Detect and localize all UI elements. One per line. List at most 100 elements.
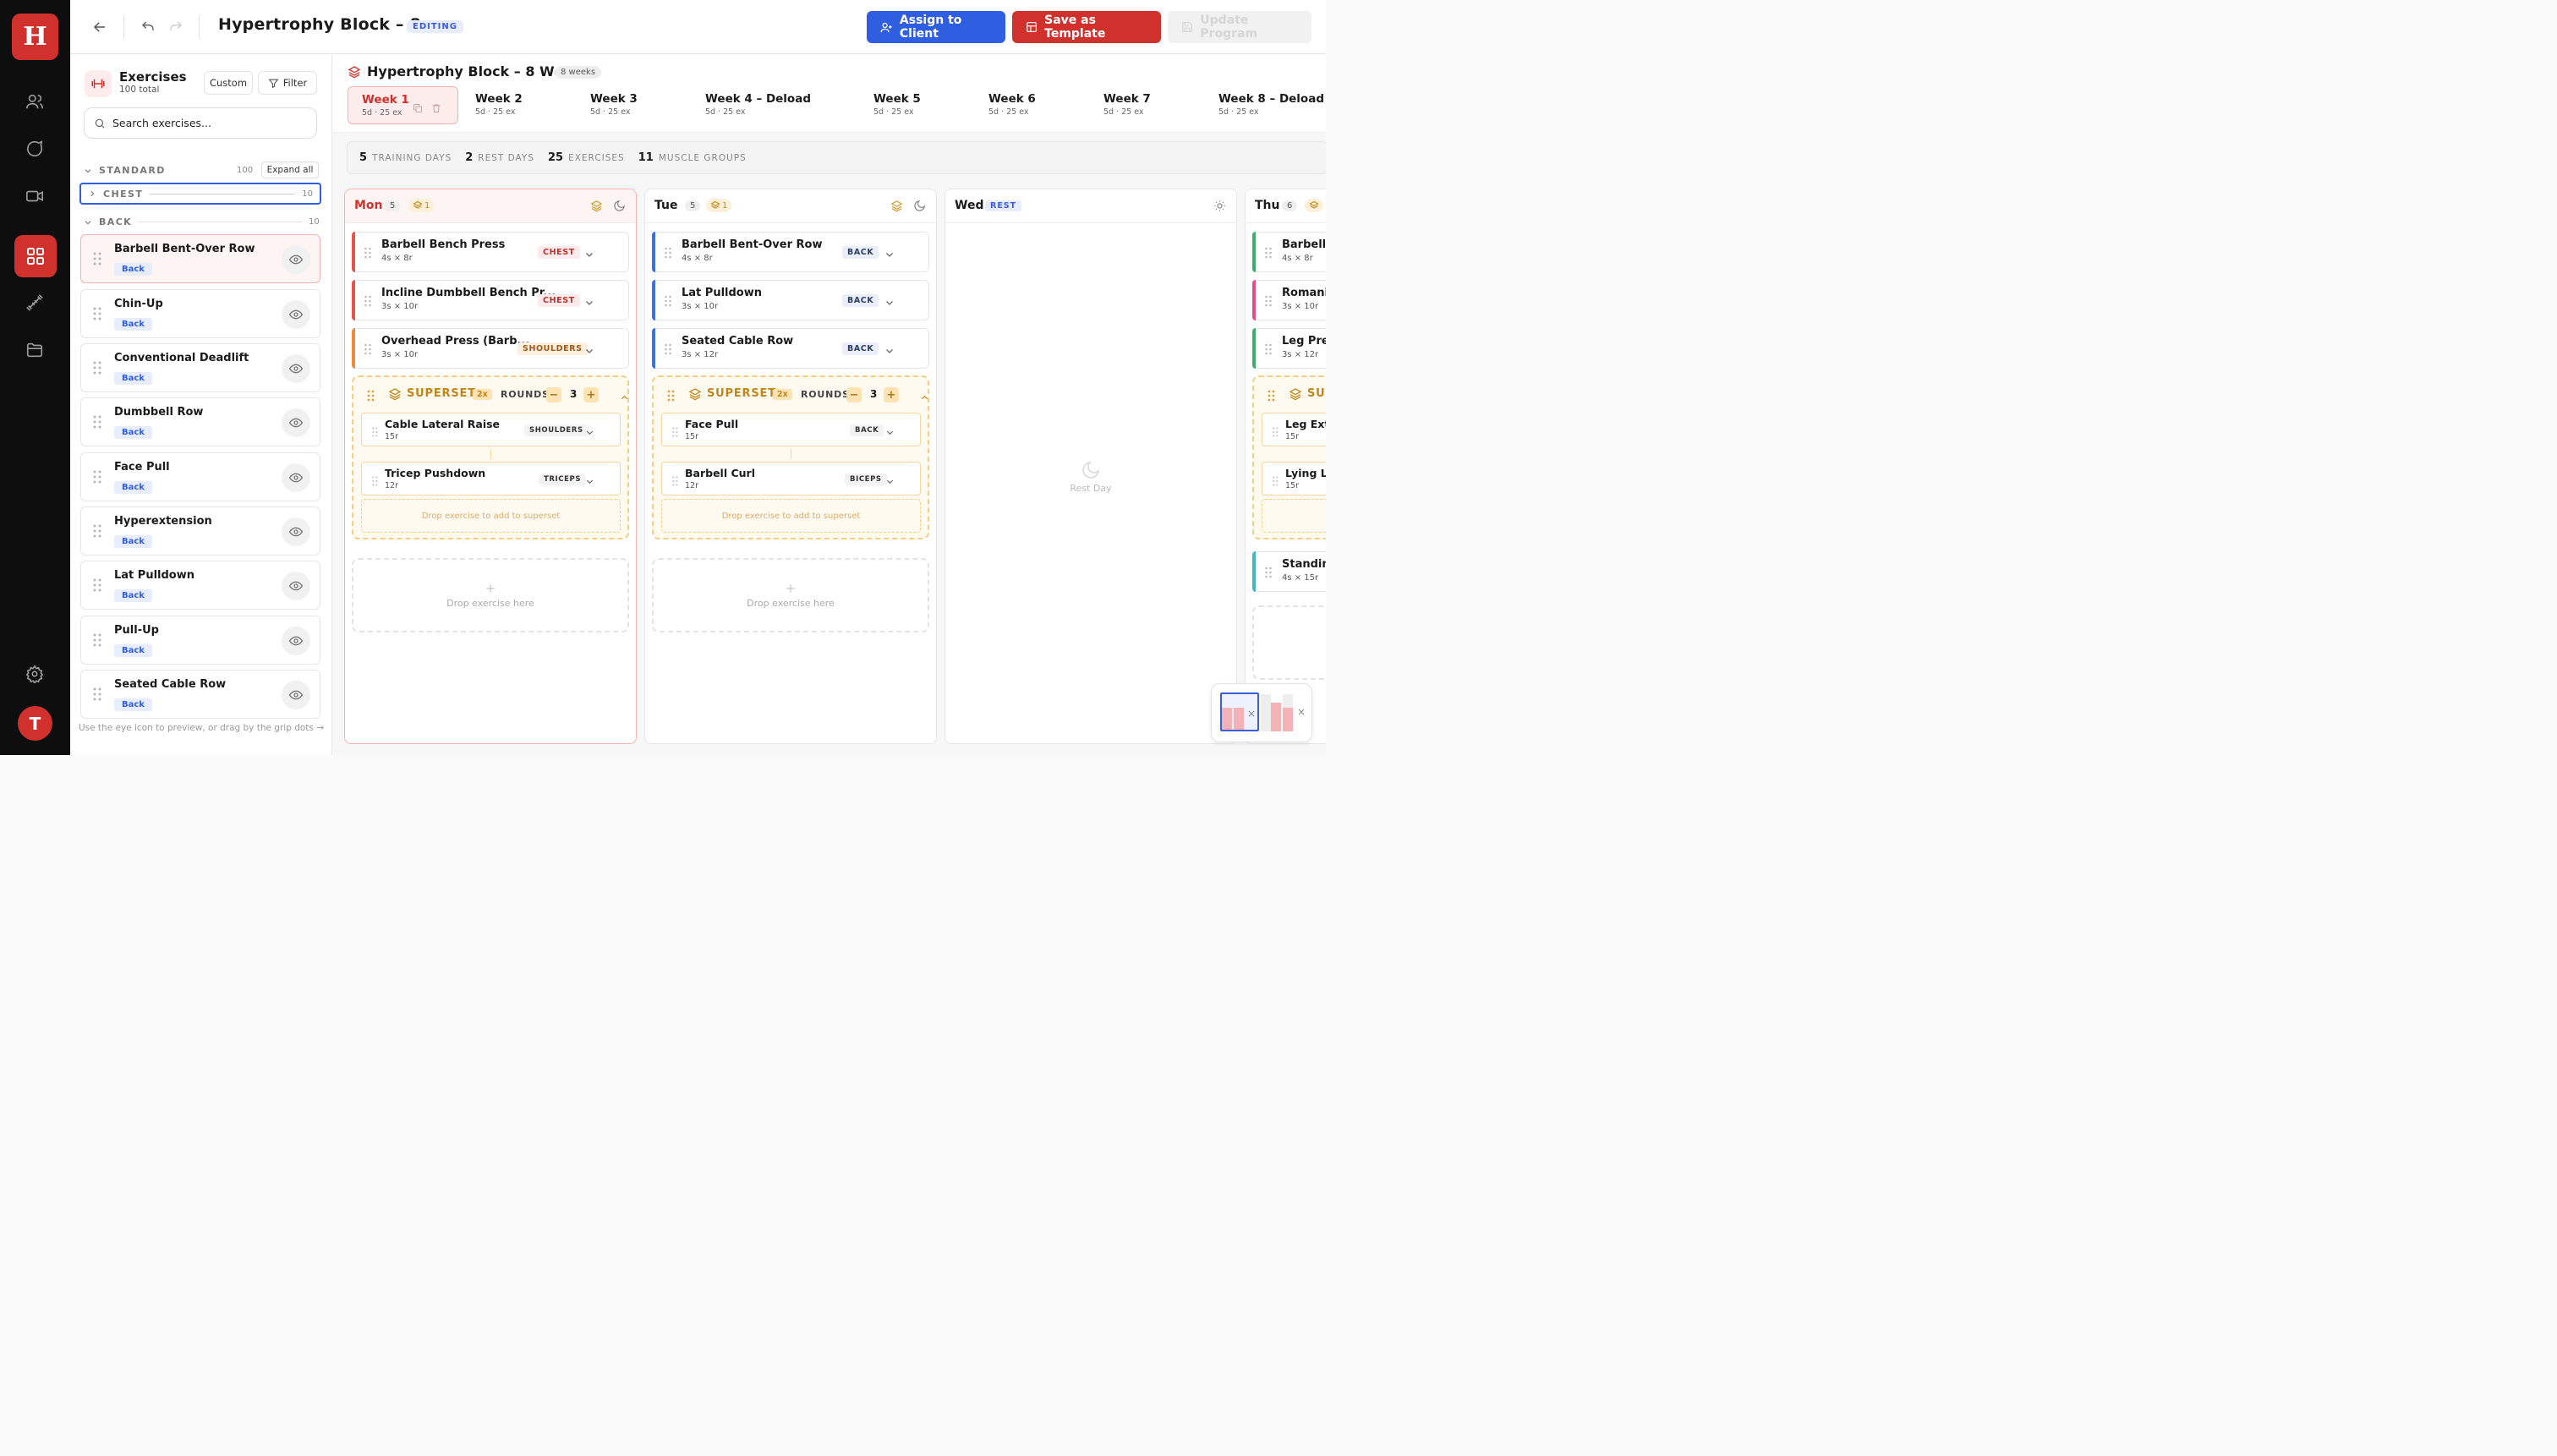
grip-icon[interactable] bbox=[665, 294, 671, 310]
eye-icon[interactable] bbox=[282, 354, 310, 383]
exercise-card[interactable]: Romanic 3s × 10r bbox=[1252, 280, 1326, 320]
rounds-increment-button[interactable]: + bbox=[583, 387, 599, 402]
chevron-down-icon[interactable] bbox=[585, 424, 594, 441]
eye-icon[interactable] bbox=[282, 245, 310, 274]
search-input[interactable]: Search exercises... bbox=[84, 107, 317, 139]
chevron-down-icon[interactable] bbox=[885, 473, 895, 490]
filter-button[interactable]: Filter bbox=[258, 71, 317, 95]
grip-icon[interactable] bbox=[1265, 566, 1272, 582]
grip-icon[interactable] bbox=[1265, 246, 1272, 262]
week-tab[interactable]: Week 7 5d · 25 ex bbox=[1090, 86, 1151, 124]
grip-icon[interactable] bbox=[665, 342, 671, 359]
grip-icon[interactable] bbox=[367, 389, 375, 405]
settings-icon[interactable] bbox=[17, 656, 52, 692]
video-icon[interactable] bbox=[17, 178, 52, 214]
exercise-card[interactable]: Hyperextension Back bbox=[80, 506, 320, 556]
exercise-card[interactable]: Lat Pulldown 3s × 10r BACK bbox=[652, 280, 929, 320]
grip-icon[interactable] bbox=[372, 424, 378, 441]
sun-icon[interactable] bbox=[1213, 200, 1226, 216]
grip-icon[interactable] bbox=[93, 470, 101, 487]
grip-icon[interactable] bbox=[665, 246, 671, 262]
chevron-up-icon[interactable] bbox=[920, 390, 929, 406]
week-tab[interactable]: Week 2 5d · 25 ex bbox=[462, 86, 523, 124]
standard-section-toggle[interactable]: STANDARD bbox=[84, 165, 166, 176]
chevron-down-icon[interactable] bbox=[584, 295, 594, 311]
grip-icon[interactable] bbox=[364, 342, 371, 359]
close-icon[interactable]: × bbox=[1297, 706, 1306, 718]
grip-icon[interactable] bbox=[1265, 342, 1272, 359]
clients-icon[interactable] bbox=[17, 84, 52, 119]
exercise-card[interactable]: Seated Cable Row Back bbox=[80, 670, 320, 719]
chevron-down-icon[interactable] bbox=[584, 247, 594, 263]
week-tab[interactable]: Week 5 5d · 25 ex bbox=[860, 86, 921, 124]
exercise-card[interactable]: Barbell B 4s × 8r bbox=[1252, 232, 1326, 272]
chevron-down-icon[interactable] bbox=[884, 295, 895, 311]
exercise-card[interactable]: Chin-Up Back bbox=[80, 289, 320, 338]
moon-icon[interactable] bbox=[913, 200, 926, 216]
exercise-card[interactable]: Leg Pres 3s × 12r bbox=[1252, 328, 1326, 369]
superset-drop-zone[interactable]: Drop exercise to add to superset bbox=[661, 499, 921, 533]
week-tab[interactable]: Week 3 5d · 25 ex bbox=[577, 86, 638, 124]
superset-exercise-card[interactable]: Leg Exte 15r bbox=[1262, 413, 1326, 446]
chevron-up-icon[interactable] bbox=[620, 390, 629, 406]
superset-drop-zone[interactable] bbox=[1262, 499, 1326, 533]
eye-icon[interactable] bbox=[282, 627, 310, 655]
messages-icon[interactable] bbox=[17, 131, 52, 167]
week-tab[interactable]: Week 8 – Deload 5d · 25 ex bbox=[1205, 86, 1324, 124]
eye-icon[interactable] bbox=[282, 517, 310, 546]
chest-group-toggle[interactable]: CHEST 10 bbox=[79, 183, 321, 205]
grip-icon[interactable] bbox=[93, 687, 101, 704]
grip-icon[interactable] bbox=[672, 424, 678, 441]
week-minimap[interactable]: × × bbox=[1211, 683, 1312, 742]
redo-icon[interactable] bbox=[164, 15, 188, 39]
grip-icon[interactable] bbox=[93, 307, 101, 324]
grip-icon[interactable] bbox=[93, 633, 101, 650]
exercise-card[interactable]: Standing 4s × 15r bbox=[1252, 551, 1326, 592]
programs-icon[interactable] bbox=[14, 235, 57, 277]
expand-all-button[interactable]: Expand all bbox=[261, 161, 319, 178]
user-avatar[interactable]: T bbox=[18, 706, 52, 741]
copy-icon[interactable] bbox=[413, 101, 423, 117]
grip-icon[interactable] bbox=[672, 473, 678, 490]
rounds-decrement-button[interactable]: − bbox=[846, 387, 862, 402]
moon-icon[interactable] bbox=[613, 200, 626, 216]
grip-icon[interactable] bbox=[1265, 294, 1272, 310]
back-arrow-icon[interactable] bbox=[88, 15, 112, 39]
program-title[interactable]: Hypertrophy Block – 8 bbox=[218, 15, 421, 34]
exercise-drop-zone[interactable] bbox=[1252, 605, 1326, 680]
rounds-increment-button[interactable]: + bbox=[884, 387, 899, 402]
exercise-card[interactable]: Barbell Bent-Over Row 4s × 8r BACK bbox=[652, 232, 929, 272]
save-as-template-button[interactable]: Save as Template bbox=[1012, 11, 1161, 43]
superset-drop-zone[interactable]: Drop exercise to add to superset bbox=[361, 499, 621, 533]
week-tab[interactable]: Week 6 5d · 25 ex bbox=[975, 86, 1036, 124]
back-group-toggle[interactable]: BACK bbox=[84, 216, 132, 227]
chevron-down-icon[interactable] bbox=[584, 343, 594, 359]
eye-icon[interactable] bbox=[282, 572, 310, 600]
eye-icon[interactable] bbox=[282, 300, 310, 329]
files-icon[interactable] bbox=[17, 332, 52, 368]
exercise-card[interactable]: Pull-Up Back bbox=[80, 616, 320, 665]
eye-icon[interactable] bbox=[282, 681, 310, 709]
chevron-down-icon[interactable] bbox=[885, 424, 895, 441]
app-logo[interactable]: H bbox=[12, 14, 58, 60]
custom-button[interactable]: Custom bbox=[204, 71, 253, 95]
exercise-card[interactable]: Incline Dumbbell Bench Pr... 3s × 10r CH… bbox=[352, 280, 629, 320]
trash-icon[interactable] bbox=[431, 101, 441, 117]
grip-icon[interactable] bbox=[364, 294, 371, 310]
chevron-down-icon[interactable] bbox=[585, 473, 594, 490]
grip-icon[interactable] bbox=[667, 389, 675, 405]
grip-icon[interactable] bbox=[1273, 473, 1278, 490]
grip-icon[interactable] bbox=[93, 361, 101, 378]
chevron-down-icon[interactable] bbox=[884, 343, 895, 359]
exercise-card[interactable]: Seated Cable Row 3s × 12r BACK bbox=[652, 328, 929, 369]
week-tab[interactable]: Week 1 5d · 25 ex bbox=[348, 86, 458, 124]
superset-exercise-card[interactable]: Barbell Curl 12r BICEPS bbox=[661, 462, 921, 495]
grip-icon[interactable] bbox=[93, 524, 101, 541]
grip-icon[interactable] bbox=[1273, 424, 1278, 441]
week-tab[interactable]: Week 4 – Deload 5d · 25 ex bbox=[692, 86, 811, 124]
assign-to-client-button[interactable]: Assign to Client bbox=[867, 11, 1005, 43]
add-superset-icon[interactable] bbox=[890, 200, 903, 216]
exercise-card[interactable]: Conventional Deadlift Back bbox=[80, 343, 320, 392]
add-superset-icon[interactable] bbox=[590, 200, 603, 216]
exercise-card[interactable]: Face Pull Back bbox=[80, 452, 320, 501]
